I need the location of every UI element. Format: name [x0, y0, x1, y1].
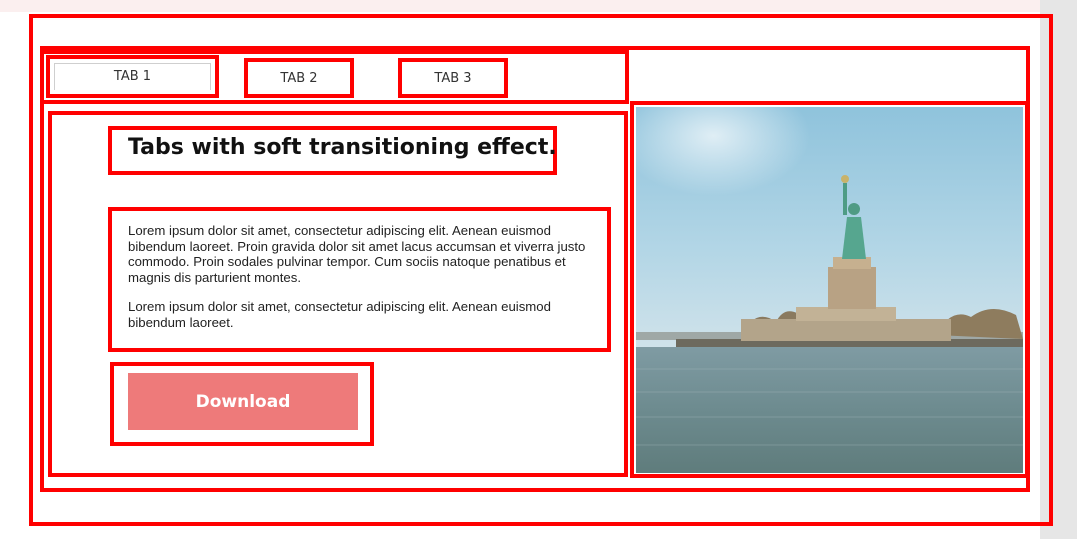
statue-of-liberty-image: [636, 107, 1023, 473]
panel-title: Tabs with soft transitioning effect.: [128, 134, 557, 160]
tab-1-label: TAB 1: [113, 69, 152, 84]
tab-1[interactable]: TAB 1: [46, 55, 219, 98]
tab-2-label: TAB 2: [280, 70, 318, 86]
tab-2[interactable]: TAB 2: [244, 58, 354, 98]
panel-text: Lorem ipsum dolor sit amet, consectetur …: [128, 223, 598, 344]
tab-3-label: TAB 3: [434, 70, 472, 86]
top-strip: [0, 0, 1040, 12]
paragraph-2: Lorem ipsum dolor sit amet, consectetur …: [128, 299, 551, 330]
tab-3[interactable]: TAB 3: [398, 58, 508, 98]
paragraph-1: Lorem ipsum dolor sit amet, consectetur …: [128, 223, 586, 285]
download-button[interactable]: Download: [128, 373, 358, 430]
